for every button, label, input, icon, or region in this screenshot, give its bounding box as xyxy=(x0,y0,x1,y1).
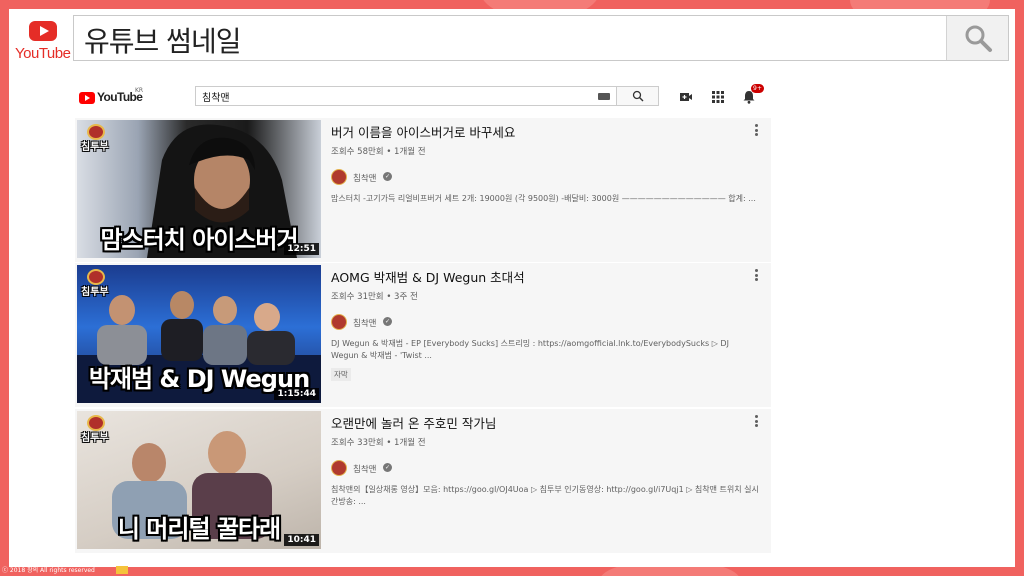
video-info: AOMG 박재범 & DJ Wegun 초대석 조회수 31만회 • 3주 전 … xyxy=(331,267,763,381)
more-options-icon[interactable] xyxy=(755,269,759,283)
thumbnail-channel-tag: 침투부 xyxy=(81,142,109,153)
channel-watermark: 침투부 xyxy=(81,415,113,444)
verified-check-icon: ✓ xyxy=(383,172,392,181)
video-info: 버거 이름을 아이스버거로 바꾸세요 조회수 58만회 • 1개월 전 침착맨 … xyxy=(331,122,763,205)
channel-watermark: 침투부 xyxy=(81,124,113,153)
video-result[interactable]: 침투부 박재범 & DJ Wegun 1:15:44 AOMG 박재범 & DJ… xyxy=(75,263,771,407)
play-icon xyxy=(29,21,57,41)
verified-check-icon: ✓ xyxy=(383,317,392,326)
search-icon xyxy=(965,25,992,52)
youtube-logo-text: YouTube xyxy=(15,45,71,62)
video-duration: 1:15:44 xyxy=(274,388,319,400)
search-query: 침착맨 xyxy=(202,93,230,104)
video-result[interactable]: 침투부 니 머리털 꿀타래 10:41 오랜만에 놀러 온 주호민 작가님 조회… xyxy=(75,409,771,553)
video-description: 침착맨의【일상채롱 영상】모음: https://goo.gl/OJ4Uoa ▷… xyxy=(331,485,759,506)
region-label: KR xyxy=(135,87,144,94)
video-thumbnail[interactable]: 침투부 니 머리털 꿀타래 10:41 xyxy=(77,411,321,549)
apps-grid-icon[interactable] xyxy=(711,90,725,104)
presentation-slide: YouTube 유튜브 썸네일 YouTube KR 침착맨 9+ 침투부 맘스… xyxy=(9,9,1015,567)
channel-avatar[interactable] xyxy=(331,169,347,185)
video-description: 맘스터치 -고기가득 리얼비프버거 세트 2개: 19000원 (각 9500원… xyxy=(331,194,756,203)
channel-name[interactable]: 침착맨 xyxy=(353,463,376,475)
caption-badge: 자막 xyxy=(331,368,351,381)
video-result[interactable]: 침투부 맘스터치 아이스버거 12:51 버거 이름을 아이스버거로 바꾸세요 … xyxy=(75,118,771,262)
verified-check-icon: ✓ xyxy=(383,463,392,472)
channel-row: 침착맨 ✓ xyxy=(331,460,763,478)
channel-avatar[interactable] xyxy=(331,314,347,330)
video-thumbnail[interactable]: 침투부 박재범 & DJ Wegun 1:15:44 xyxy=(77,265,321,403)
channel-name[interactable]: 침착맨 xyxy=(353,172,376,184)
keyboard-icon[interactable] xyxy=(598,93,610,100)
slide-title-bar: 유튜브 썸네일 xyxy=(73,15,1009,61)
play-icon xyxy=(79,92,95,104)
youtube-masthead: YouTube KR 침착맨 9+ xyxy=(75,83,775,113)
channel-row: 침착맨 ✓ xyxy=(331,314,763,332)
video-meta: 조회수 31만회 • 3주 전 xyxy=(331,292,418,302)
thumbnail-channel-tag: 침투부 xyxy=(81,287,109,298)
youtube-logo: YouTube xyxy=(15,21,71,67)
channel-name[interactable]: 침착맨 xyxy=(353,317,376,329)
more-options-icon[interactable] xyxy=(755,124,759,138)
video-meta: 조회수 33만회 • 1개월 전 xyxy=(331,438,426,448)
video-title[interactable]: 오랜만에 놀러 온 주호민 작가님 xyxy=(331,413,763,432)
video-duration: 10:41 xyxy=(284,534,319,546)
notification-count-badge: 9+ xyxy=(751,84,764,93)
video-description: DJ Wegun & 박재범 - EP [Everybody Sucks] 스트… xyxy=(331,339,729,360)
video-title[interactable]: 버거 이름을 아이스버거로 바꾸세요 xyxy=(331,122,763,141)
search-button[interactable] xyxy=(616,86,659,106)
video-thumbnail[interactable]: 침투부 맘스터치 아이스버거 12:51 xyxy=(77,120,321,258)
more-options-icon[interactable] xyxy=(755,415,759,429)
create-video-icon[interactable] xyxy=(679,90,693,104)
video-duration: 12:51 xyxy=(284,243,319,255)
video-title[interactable]: AOMG 박재범 & DJ Wegun 초대석 xyxy=(331,267,763,286)
search-button[interactable] xyxy=(946,16,1008,60)
search-input[interactable]: 침착맨 xyxy=(195,86,617,106)
video-info: 오랜만에 놀러 온 주호민 작가님 조회수 33만회 • 1개월 전 침착맨 ✓… xyxy=(331,413,763,508)
channel-watermark: 침투부 xyxy=(81,269,113,298)
channel-avatar[interactable] xyxy=(331,460,347,476)
search-icon xyxy=(632,90,644,102)
channel-row: 침착맨 ✓ xyxy=(331,169,763,187)
footer-decoration xyxy=(116,566,128,574)
video-meta: 조회수 58만회 • 1개월 전 xyxy=(331,147,426,157)
thumbnail-channel-tag: 침투부 xyxy=(81,433,109,444)
slide-title: 유튜브 썸네일 xyxy=(84,25,241,58)
copyright-text: ⓒ 2018 창의 All rights reserved xyxy=(2,567,95,574)
